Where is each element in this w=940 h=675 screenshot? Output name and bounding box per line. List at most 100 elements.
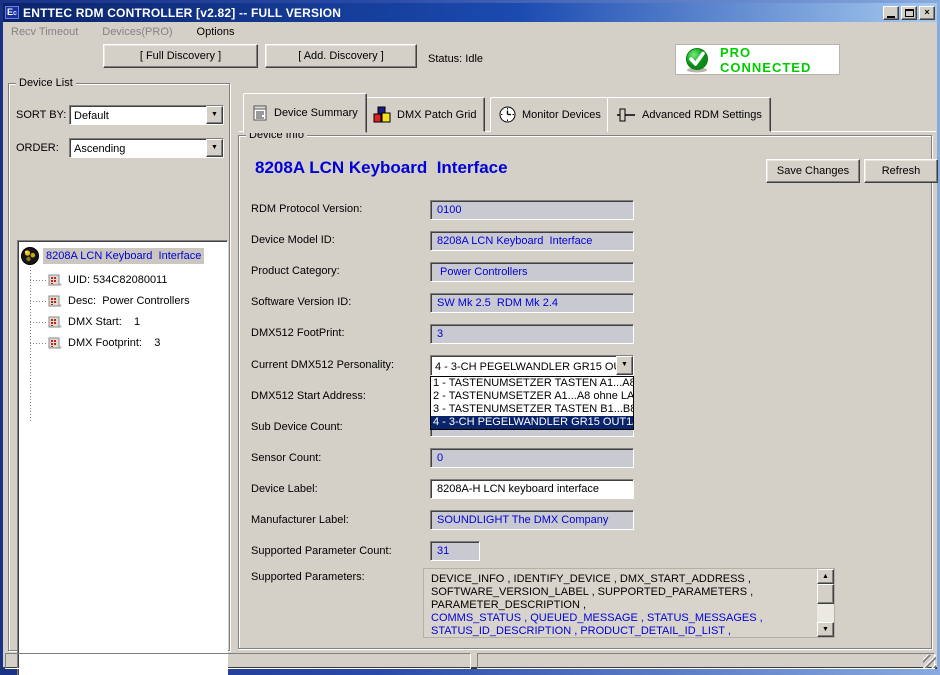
device-list-group-label: Device List — [16, 77, 76, 89]
supported-parameters-line: DEVICE_INFO , IDENTIFY_DEVICE , DMX_STAR… — [424, 573, 834, 586]
tree-item-desc[interactable]: Desc: Power Controllers — [48, 292, 190, 310]
device-model-id-field: 8208A LCN Keyboard Interface — [430, 231, 634, 251]
refresh-button[interactable]: Refresh — [864, 159, 938, 183]
full-discovery-button[interactable]: [ Full Discovery ] — [103, 44, 258, 68]
chevron-down-icon[interactable]: ▼ — [206, 139, 223, 157]
device-sphere-icon — [21, 247, 39, 265]
tab-label: Monitor Devices — [522, 109, 601, 121]
scrollbar-thumb[interactable] — [817, 584, 834, 604]
app-logo-icon: Ec — [5, 6, 19, 19]
personality-select[interactable]: 4 - 3-CH PEGELWANDLER GR15 OUT1/2/ ▼ — [430, 355, 634, 376]
supported-parameters-line: COMMS_STATUS , QUEUED_MESSAGE , STATUS_M… — [424, 612, 834, 625]
field-label: RDM Protocol Version: — [251, 203, 362, 215]
rdm-protocol-version-field: 0100 — [430, 200, 634, 220]
status-bar-left — [5, 653, 471, 669]
dropdown-option-selected[interactable]: 4 - 3-CH PEGELWANDLER GR15 OUT1/2/ — [431, 416, 633, 429]
minimize-icon — [887, 16, 895, 18]
manufacturer-label-field: SOUNDLIGHT The DMX Company — [430, 510, 634, 530]
menu-devices-pro: Devices(PRO) — [100, 24, 174, 40]
close-button[interactable]: × — [919, 6, 935, 20]
sort-by-select[interactable]: Default ▼ — [69, 105, 224, 125]
field-label: Manufacturer Label: — [251, 514, 349, 526]
status-text: Status: Idle — [428, 53, 483, 65]
field-label: DMX512 FootPrint: — [251, 327, 345, 339]
order-label: ORDER: — [16, 142, 59, 154]
supported-parameters-line: SOFTWARE_VERSION_LABEL , SUPPORTED_PARAM… — [424, 586, 834, 599]
notepad-icon — [252, 105, 268, 121]
menu-bar: Recv Timeout Devices(PRO) Options — [3, 22, 937, 42]
menu-options[interactable]: Options — [195, 24, 237, 40]
vertical-scrollbar[interactable]: ▲ ▼ — [817, 569, 834, 637]
device-tree[interactable]: 8208A LCN Keyboard Interface UID: 534C82… — [17, 240, 228, 675]
tree-root-item[interactable]: 8208A LCN Keyboard Interface — [21, 246, 204, 266]
tab-label: Advanced RDM Settings — [642, 109, 762, 121]
dropdown-option[interactable]: 1 - TASTENUMSETZER TASTEN A1...A8 — [431, 377, 633, 390]
tab-label: Device Summary — [274, 107, 358, 119]
field-label: Software Version ID: — [251, 296, 351, 308]
save-changes-button[interactable]: Save Changes — [766, 159, 860, 183]
product-category-field: Power Controllers — [430, 262, 634, 282]
field-label: Supported Parameter Count: — [251, 545, 392, 557]
tree-item-label: UID: 534C82080011 — [68, 274, 167, 286]
software-version-id-field: SW Mk 2.5 RDM Mk 2.4 — [430, 293, 634, 313]
tree-root-label: 8208A LCN Keyboard Interface — [43, 248, 204, 264]
slider-icon — [616, 107, 636, 123]
field-label: Device Label: — [251, 483, 318, 495]
add-discovery-button[interactable]: [ Add. Discovery ] — [265, 44, 417, 68]
field-label: Sensor Count: — [251, 452, 321, 464]
device-label-input[interactable]: 8208A-H LCN keyboard interface — [430, 479, 634, 499]
sort-by-value: Default — [70, 108, 206, 122]
field-label: Sub Device Count: — [251, 421, 343, 433]
device-heading: 8208A LCN Keyboard Interface — [255, 158, 508, 178]
chip-icon — [48, 337, 62, 350]
tab-device-summary[interactable]: Device Summary — [243, 93, 367, 133]
clock-icon — [499, 106, 516, 123]
supported-parameters-line: STATUS_ID_DESCRIPTION , PRODUCT_DETAIL_I… — [424, 625, 834, 638]
dropdown-option[interactable]: 2 - TASTENUMSETZER A1...A8 ohne LA — [431, 390, 633, 403]
tree-item-dmx-start[interactable]: DMX Start: 1 — [48, 313, 140, 331]
resize-grip-icon[interactable] — [923, 655, 936, 668]
order-value: Ascending — [70, 141, 206, 155]
dmx512-footprint-field: 3 — [430, 324, 634, 344]
field-label: Device Model ID: — [251, 234, 335, 246]
title-bar[interactable]: Ec ENTTEC RDM CONTROLLER [v2.82] -- FULL… — [3, 3, 937, 22]
personality-value: 4 - 3-CH PEGELWANDLER GR15 OUT1/2/ — [431, 359, 616, 373]
device-list-group: Device List SORT BY: Default ▼ ORDER: As… — [8, 83, 230, 651]
supported-parameter-count-field: 31 — [430, 541, 480, 561]
supported-parameters-line: PARAMETER_DESCRIPTION , — [424, 599, 834, 612]
tree-item-label: DMX Start: 1 — [68, 316, 140, 328]
check-icon — [684, 47, 710, 73]
tree-item-uid[interactable]: UID: 534C82080011 — [48, 271, 167, 289]
sort-by-label: SORT BY: — [16, 109, 66, 121]
tab-advanced-rdm-settings[interactable]: Advanced RDM Settings — [607, 97, 771, 132]
chevron-down-icon[interactable]: ▼ — [616, 356, 633, 375]
tab-monitor-devices[interactable]: Monitor Devices — [490, 97, 610, 132]
window-title: ENTTEC RDM CONTROLLER [v2.82] -- FULL VE… — [23, 6, 341, 20]
tree-item-label: Desc: Power Controllers — [68, 295, 190, 307]
chip-icon — [48, 316, 62, 329]
pro-connected-label: PRO CONNECTED — [720, 45, 839, 75]
scroll-down-icon[interactable]: ▼ — [817, 622, 834, 637]
supported-parameters-box: DEVICE_INFO , IDENTIFY_DEVICE , DMX_STAR… — [423, 568, 835, 638]
maximize-button[interactable] — [901, 6, 917, 20]
chip-icon — [48, 295, 62, 308]
chevron-down-icon[interactable]: ▼ — [206, 106, 223, 124]
field-label: DMX512 Start Address: — [251, 390, 366, 402]
tree-item-label: DMX Footprint: 3 — [68, 337, 160, 349]
tree-item-dmx-footprint[interactable]: DMX Footprint: 3 — [48, 334, 160, 352]
close-icon: × — [924, 7, 929, 17]
app-window: Ec ENTTEC RDM CONTROLLER [v2.82] -- FULL… — [3, 3, 937, 669]
sensor-count-field: 0 — [430, 448, 634, 468]
chip-icon — [48, 274, 62, 287]
patch-grid-icon — [373, 106, 391, 123]
maximize-icon — [905, 9, 914, 17]
status-bar-right — [477, 653, 935, 669]
tab-dmx-patch-grid[interactable]: DMX Patch Grid — [364, 97, 485, 132]
scroll-up-icon[interactable]: ▲ — [817, 569, 834, 584]
order-select[interactable]: Ascending ▼ — [69, 138, 224, 158]
tree-connector — [30, 267, 31, 422]
field-label: Supported Parameters: — [251, 571, 365, 583]
dropdown-option[interactable]: 3 - TASTENUMSETZER TASTEN B1...B8 — [431, 403, 633, 416]
minimize-button[interactable] — [883, 6, 899, 20]
personality-dropdown-list[interactable]: 1 - TASTENUMSETZER TASTEN A1...A8 2 - TA… — [430, 376, 634, 430]
